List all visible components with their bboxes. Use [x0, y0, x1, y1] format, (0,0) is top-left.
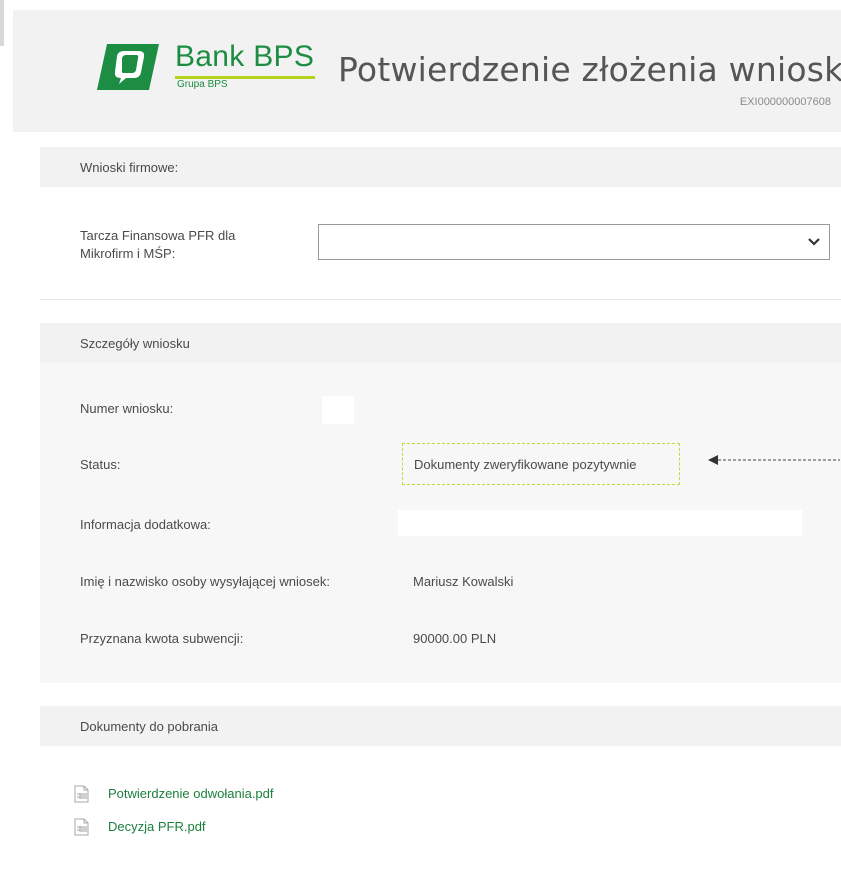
subsidy-amount-value: 90000.00 PLN — [413, 631, 497, 646]
section-divider — [40, 299, 841, 300]
subsidy-amount-label: Przyznana kwota subwencji: — [80, 631, 244, 646]
bank-logo[interactable]: Bank BPS Grupa BPS — [97, 40, 337, 100]
application-id: EXI000000007608 — [739, 96, 831, 108]
additional-info-label: Informacja dodatkowa: — [80, 517, 211, 532]
pdf-file-icon — [74, 818, 89, 836]
documents-section-title: Dokumenty do pobrania — [80, 719, 219, 734]
pointer-arrow-icon — [708, 455, 840, 465]
status-value: Dokumenty zweryfikowane pozytywnie — [414, 457, 637, 472]
company-section-title: Wnioski firmowe: — [80, 160, 179, 175]
status-label: Status: — [80, 457, 121, 472]
application-number-value — [322, 396, 354, 424]
window-edge — [0, 0, 4, 46]
documents-section-body — [40, 746, 841, 877]
page-header: Bank BPS Grupa BPS Potwierdzenie złożeni… — [13, 10, 841, 132]
details-section-header: Szczegóły wniosku — [40, 323, 841, 363]
details-section-title: Szczegóły wniosku — [80, 336, 190, 351]
document-link-label: Potwierdzenie odwołania.pdf — [108, 786, 274, 801]
bank-bps-logo-icon — [97, 44, 159, 90]
pfr-field-label-line1: Tarcza Finansowa PFR dla — [80, 228, 236, 243]
documents-section-header: Dokumenty do pobrania — [40, 706, 841, 746]
pfr-field-label: Tarcza Finansowa PFR dla Mikrofirm i MŚP… — [80, 227, 235, 263]
pdf-file-icon — [74, 785, 89, 803]
status-value-highlight: Dokumenty zweryfikowane pozytywnie — [402, 443, 680, 485]
company-section-header: Wnioski firmowe: — [40, 147, 841, 187]
sender-name-value: Mariusz Kowalski — [413, 574, 514, 589]
sender-name-label: Imię i nazwisko osoby wysyłającej wniose… — [80, 574, 330, 589]
brand-subtitle: Grupa BPS — [177, 79, 228, 90]
document-link-label: Decyzja PFR.pdf — [108, 819, 206, 834]
application-number-label: Numer wniosku: — [80, 401, 174, 416]
additional-info-value — [398, 510, 802, 536]
chevron-down-icon — [808, 238, 820, 246]
brand-name: Bank BPS — [175, 40, 315, 73]
pfr-application-select[interactable] — [318, 224, 830, 260]
page-title: Potwierdzenie złożenia wniosku — [338, 50, 841, 89]
pfr-field-label-line2: Mikrofirm i MŚP: — [80, 246, 176, 261]
